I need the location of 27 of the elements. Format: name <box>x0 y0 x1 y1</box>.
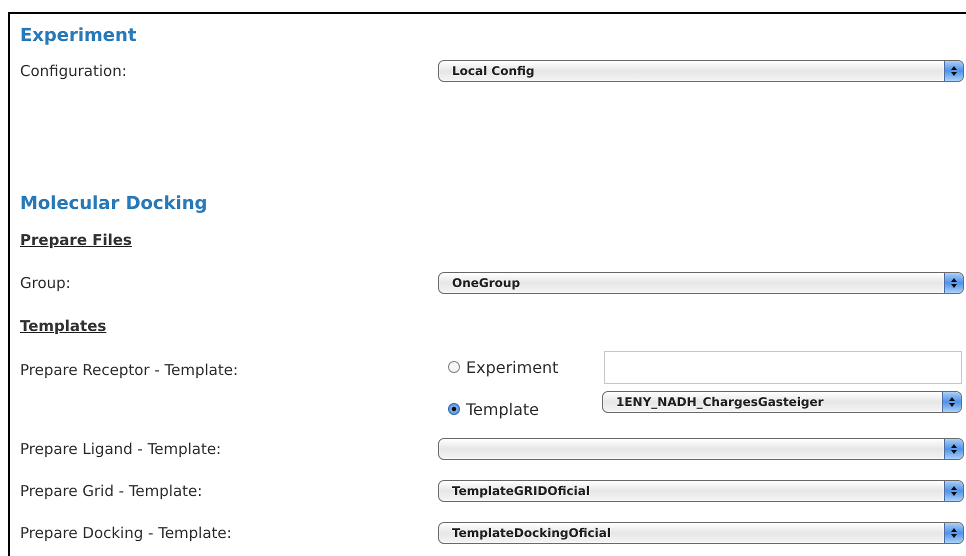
stepper-arrows-icon <box>944 481 963 501</box>
dropdown[interactable]: TemplateDockingOficial <box>438 522 964 544</box>
radio-button[interactable] <box>448 361 460 373</box>
stepper-arrows-icon <box>944 523 963 543</box>
subsection-heading: Templates <box>20 317 106 335</box>
dropdown[interactable] <box>438 438 964 460</box>
field-label: Prepare Docking - Template: <box>20 524 233 542</box>
field-label: Configuration: <box>20 62 128 80</box>
stepper-arrows-icon <box>942 392 961 412</box>
radio-label: Template <box>466 400 540 418</box>
stepper-arrows-icon <box>944 61 963 81</box>
field-label: Prepare Grid - Template: <box>20 482 204 500</box>
field-label: Prepare Ligand - Template: <box>20 440 222 458</box>
subsection-heading: Prepare Files <box>20 231 132 249</box>
radio-button[interactable] <box>448 403 460 415</box>
stepper-arrows-icon <box>944 273 963 293</box>
dropdown[interactable]: OneGroup <box>438 272 964 294</box>
section-heading: Molecular Docking <box>20 192 208 214</box>
input-field[interactable] <box>604 350 962 384</box>
field-label: Group: <box>20 274 72 292</box>
dropdown[interactable]: TemplateGRIDOficial <box>438 480 964 502</box>
dropdown[interactable]: Local Config <box>438 60 964 82</box>
field-label: Prepare Receptor - Template: <box>20 361 240 379</box>
dropdown[interactable]: 1ENY_NADH_ChargesGasteiger <box>602 391 962 413</box>
radio-label: Experiment <box>466 358 560 376</box>
section-heading: Experiment <box>20 24 136 46</box>
stepper-arrows-icon <box>944 439 963 459</box>
